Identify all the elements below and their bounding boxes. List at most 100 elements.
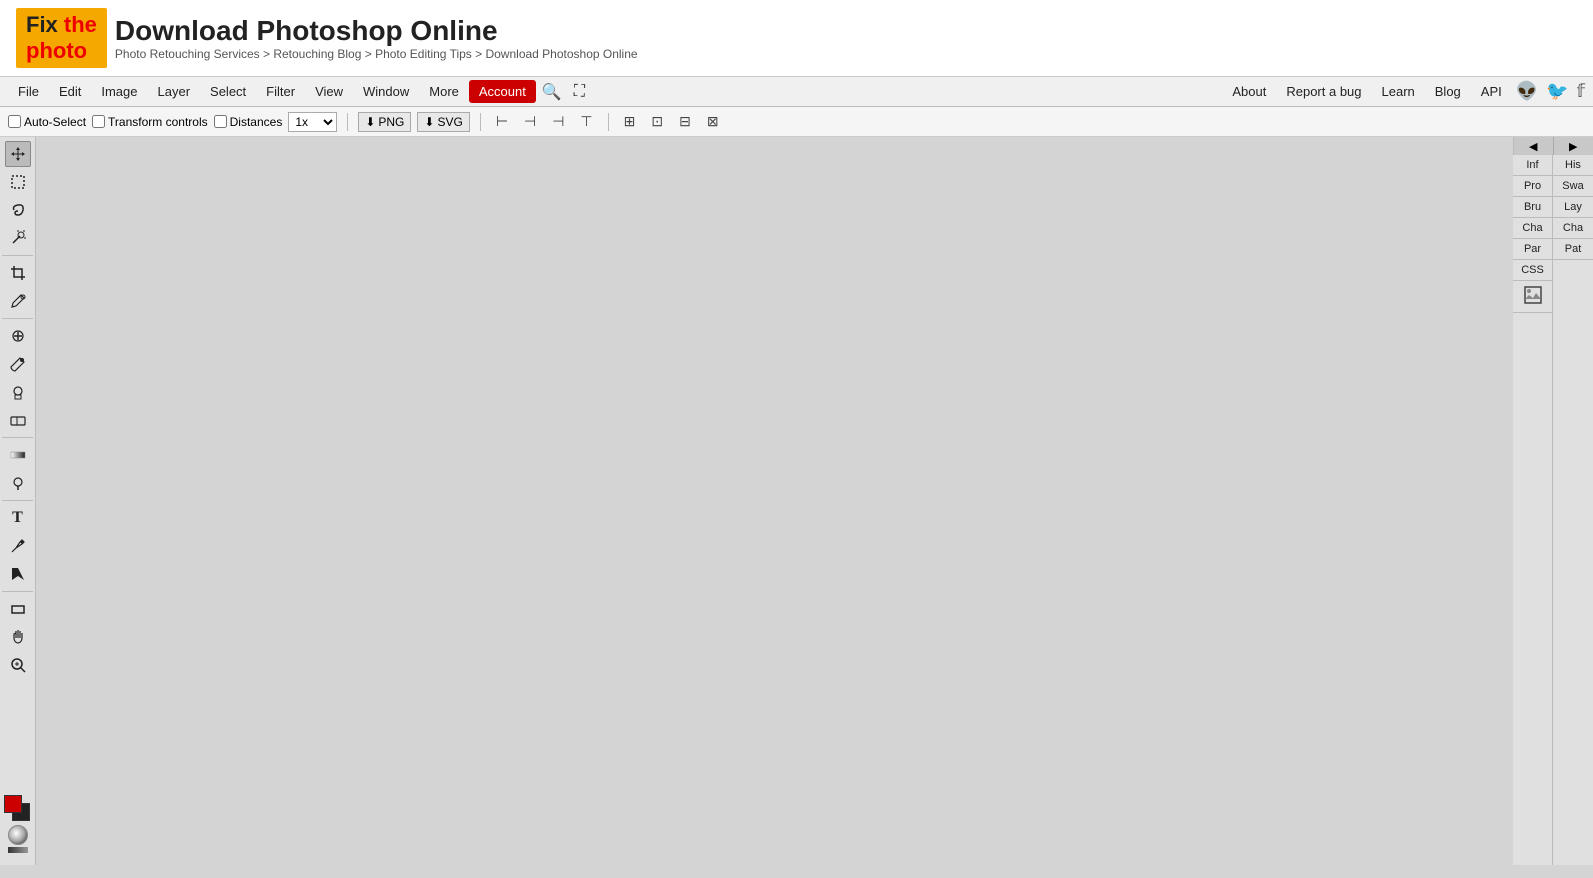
right-panel-col1: Inf Pro Bru Cha Par CSS [1513, 155, 1553, 865]
menu-file[interactable]: File [8, 80, 49, 103]
tool-sep3 [2, 437, 33, 438]
menu-view[interactable]: View [305, 80, 353, 103]
canvas-area [36, 137, 1513, 865]
crop-tool[interactable] [5, 260, 31, 286]
lasso-tool[interactable] [5, 197, 31, 223]
path-select-tool[interactable] [5, 561, 31, 587]
auto-select-checkbox[interactable]: Auto-Select [8, 115, 86, 129]
magic-wand-tool[interactable] [5, 225, 31, 251]
color-pair[interactable] [4, 795, 32, 823]
transform-controls-input[interactable] [92, 115, 105, 128]
tool-sep5 [2, 591, 33, 592]
character-panel-tab[interactable]: Cha [1553, 218, 1593, 239]
sep3 [608, 113, 609, 131]
export-png-button[interactable]: ⬇ PNG [358, 112, 411, 132]
svg-label: SVG [437, 115, 462, 129]
history-panel-tab[interactable]: His [1553, 155, 1593, 176]
screen-mode-icon[interactable] [8, 847, 28, 853]
swatches-panel-tab[interactable]: Swa [1553, 176, 1593, 197]
marquee-tool[interactable] [5, 169, 31, 195]
distances-input[interactable] [214, 115, 227, 128]
menu-select[interactable]: Select [200, 80, 256, 103]
foreground-color[interactable] [4, 795, 22, 813]
report-bug-link[interactable]: Report a bug [1280, 82, 1367, 101]
export-svg-button[interactable]: ⬇ SVG [417, 112, 469, 132]
distribute-left-icon[interactable]: ⊞ [619, 110, 641, 133]
api-link[interactable]: API [1475, 82, 1508, 101]
auto-select-label: Auto-Select [24, 115, 86, 129]
distribute-spacing-icon[interactable]: ⊠ [702, 110, 724, 133]
dodge-tool[interactable] [5, 470, 31, 496]
css-panel-tab[interactable]: CSS [1513, 260, 1552, 281]
menu-image[interactable]: Image [91, 80, 147, 103]
shape-tool[interactable] [5, 596, 31, 622]
fullscreen-icon[interactable]: ⛶ [568, 81, 591, 103]
quick-mask-icon[interactable] [8, 825, 28, 845]
align-horizontal-centers-icon[interactable]: ⊣ [519, 110, 541, 133]
align-right-edges-icon[interactable]: ⊣ [547, 110, 569, 133]
right-panel-col2: His Swa Lay Cha Pat [1553, 155, 1593, 865]
eyedropper-tool[interactable] [5, 288, 31, 314]
twitter-icon[interactable]: 🐦 [1546, 81, 1568, 102]
pen-tool[interactable] [5, 533, 31, 559]
menu-layer[interactable]: Layer [148, 80, 201, 103]
blog-link[interactable]: Blog [1429, 82, 1467, 101]
app-header: Fix thephoto Download Photoshop Online P… [0, 0, 1593, 77]
left-toolbar: T [0, 137, 36, 865]
search-icon[interactable]: 🔍 [536, 80, 568, 104]
menu-more[interactable]: More [419, 80, 469, 103]
eraser-tool[interactable] [5, 407, 31, 433]
align-bottom-icon[interactable]: ⊤ [575, 110, 597, 133]
collapse-left-button[interactable]: ◀ [1514, 137, 1554, 155]
menubar: File Edit Image Layer Select Filter View… [0, 77, 1593, 107]
zoom-select[interactable]: 1x 2x 0.5x [288, 112, 337, 132]
menu-account[interactable]: Account [469, 80, 536, 103]
facebook-icon[interactable]: 𝕗 [1577, 81, 1585, 102]
info-panel-tab[interactable]: Inf [1513, 155, 1552, 176]
breadcrumb: Photo Retouching Services > Retouching B… [115, 47, 638, 61]
text-tool-icon: T [12, 509, 23, 527]
png-label: PNG [378, 115, 404, 129]
distribute-right-icon[interactable]: ⊟ [674, 110, 696, 133]
layers-panel-tab[interactable]: Lay [1553, 197, 1593, 218]
properties-panel-tab[interactable]: Pro [1513, 176, 1552, 197]
distribute-center-icon[interactable]: ⊡ [646, 110, 668, 133]
brush-tool[interactable] [5, 351, 31, 377]
collapse-right-button[interactable]: ▶ [1554, 137, 1593, 155]
stamp-tool[interactable] [5, 379, 31, 405]
brush-panel-tab[interactable]: Bru [1513, 197, 1552, 218]
options-toolbar: Auto-Select Transform controls Distances… [0, 107, 1593, 137]
transform-controls-checkbox[interactable]: Transform controls [92, 115, 208, 129]
channels-panel-tab[interactable]: Cha [1513, 218, 1552, 239]
distances-label: Distances [230, 115, 283, 129]
download-icon: ⬇ [365, 115, 375, 129]
heal-tool[interactable] [5, 323, 31, 349]
logo-text-group: Download Photoshop Online Photo Retouchi… [115, 15, 638, 61]
logo[interactable]: Fix thephoto Download Photoshop Online P… [16, 8, 638, 68]
hand-tool[interactable] [5, 624, 31, 650]
menu-filter[interactable]: Filter [256, 80, 305, 103]
auto-select-input[interactable] [8, 115, 21, 128]
distances-checkbox[interactable]: Distances [214, 115, 283, 129]
patterns-panel-tab[interactable]: Pat [1553, 239, 1593, 260]
sep1 [347, 113, 348, 131]
gradient-tool[interactable] [5, 442, 31, 468]
paragraphs-panel-tab[interactable]: Par [1513, 239, 1552, 260]
image-panel-tab[interactable] [1513, 281, 1552, 313]
right-panels: ◀ ▶ Inf Pro Bru Cha Par CSS His Swa Lay [1513, 137, 1593, 865]
text-tool[interactable]: T [5, 505, 31, 531]
about-link[interactable]: About [1226, 82, 1272, 101]
menu-window[interactable]: Window [353, 80, 419, 103]
reddit-icon[interactable]: 👽 [1516, 81, 1538, 102]
tool-sep4 [2, 500, 33, 501]
zoom-tool[interactable] [5, 652, 31, 678]
sep2 [480, 113, 481, 131]
color-swatches [4, 795, 32, 861]
site-title: Download Photoshop Online [115, 15, 638, 47]
learn-link[interactable]: Learn [1376, 82, 1421, 101]
move-tool[interactable] [5, 141, 31, 167]
svg-download-icon: ⬇ [424, 115, 434, 129]
menu-edit[interactable]: Edit [49, 80, 91, 103]
tool-sep2 [2, 318, 33, 319]
align-left-edges-icon[interactable]: ⊢ [491, 110, 513, 133]
